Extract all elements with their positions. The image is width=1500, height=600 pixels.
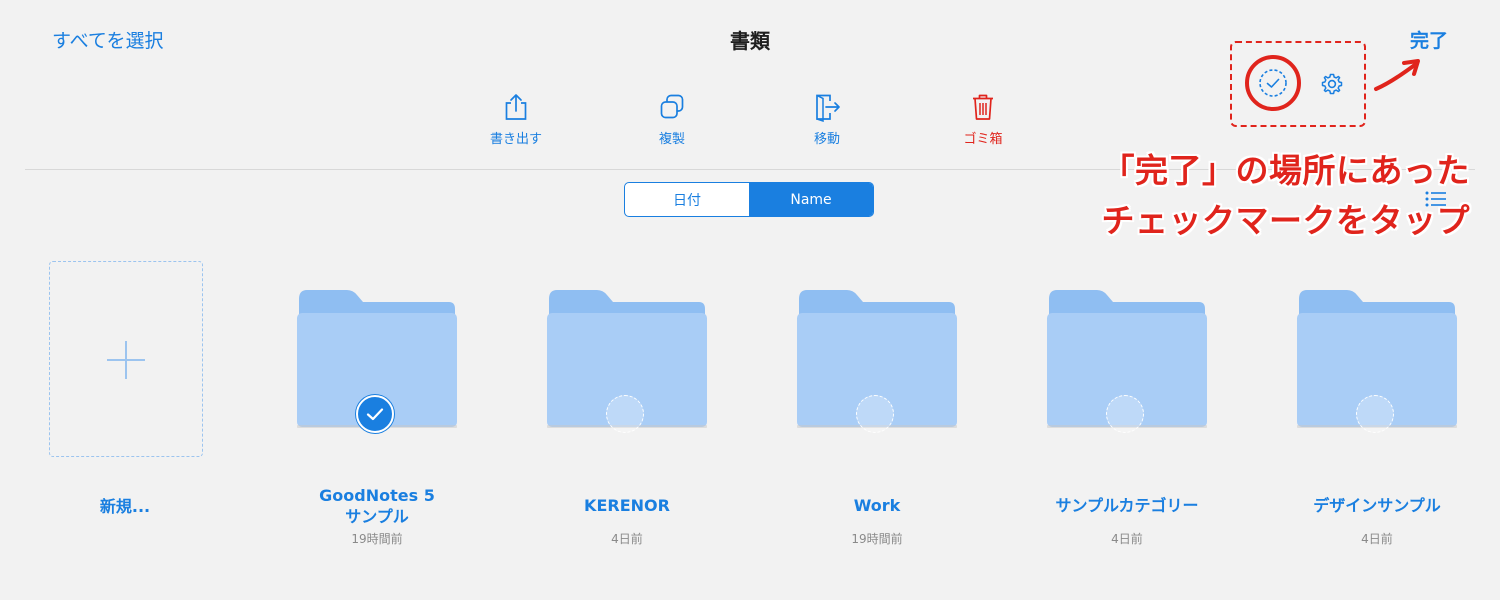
folder-item[interactable] bbox=[547, 289, 707, 443]
sort-name-option[interactable]: Name bbox=[749, 183, 873, 216]
folder-item[interactable] bbox=[1047, 289, 1207, 443]
select-mode-check-icon[interactable] bbox=[1258, 68, 1288, 98]
unselected-circle-icon[interactable] bbox=[1106, 395, 1144, 433]
annotation-arrow-icon bbox=[1372, 56, 1426, 94]
folder-name: Work bbox=[772, 495, 982, 516]
selected-checkmark-icon[interactable] bbox=[356, 395, 394, 433]
page-title: 書類 bbox=[730, 29, 770, 53]
folder-name-line-1: KERENOR bbox=[584, 496, 670, 515]
export-button[interactable]: 書き出す bbox=[471, 92, 561, 147]
new-item-card[interactable] bbox=[49, 261, 203, 457]
folder-item[interactable] bbox=[297, 289, 457, 443]
unselected-circle-icon[interactable] bbox=[1356, 395, 1394, 433]
trash-label: ゴミ箱 bbox=[963, 132, 1003, 147]
annotation-line-2: チェックマークをタップ bbox=[1101, 201, 1470, 240]
share-icon bbox=[505, 94, 527, 120]
folder-name-line-1: Work bbox=[853, 496, 901, 515]
move-label: 移動 bbox=[813, 132, 840, 147]
annotation-line-1: 「完了」の場所にあった bbox=[1101, 151, 1470, 190]
sort-date-option[interactable]: 日付 bbox=[625, 183, 749, 216]
folder-name: GoodNotes 5 サンプル bbox=[272, 485, 482, 527]
duplicate-icon bbox=[660, 94, 684, 119]
folder-name-line-1: GoodNotes 5 bbox=[319, 486, 435, 505]
trash-icon bbox=[973, 94, 993, 120]
duplicate-button[interactable]: 複製 bbox=[627, 92, 717, 147]
folder-name-line-2: サンプル bbox=[345, 507, 409, 526]
unselected-circle-icon[interactable] bbox=[856, 395, 894, 433]
folder-date: 4日前 bbox=[1361, 532, 1393, 546]
annotation-text: 「完了」の場所にあった チェックマークをタップ bbox=[1040, 146, 1470, 246]
folder-name-line-1: サンプルカテゴリー bbox=[1055, 496, 1199, 515]
sort-segmented-control[interactable]: 日付 Name bbox=[624, 182, 874, 217]
folder-date: 19時間前 bbox=[851, 532, 903, 546]
folder-date: 4日前 bbox=[1111, 532, 1143, 546]
folder-name-line-1: デザインサンプル bbox=[1313, 496, 1441, 515]
folder-name: サンプルカテゴリー bbox=[1022, 495, 1232, 516]
export-label: 書き出す bbox=[489, 132, 542, 147]
move-button[interactable]: 移動 bbox=[782, 92, 872, 147]
move-icon bbox=[816, 94, 840, 122]
folder-date: 4日前 bbox=[611, 532, 643, 546]
select-all-button[interactable]: すべてを選択 bbox=[52, 26, 164, 53]
folder-item[interactable] bbox=[1297, 289, 1457, 443]
new-item-label: 新規... bbox=[99, 497, 151, 516]
folder-name: KERENOR bbox=[522, 495, 732, 516]
trash-button[interactable]: ゴミ箱 bbox=[938, 92, 1028, 147]
folder-date: 19時間前 bbox=[351, 532, 403, 546]
unselected-circle-icon[interactable] bbox=[606, 395, 644, 433]
folder-name: デザインサンプル bbox=[1272, 495, 1482, 516]
done-button[interactable]: 完了 bbox=[1410, 26, 1448, 53]
gear-icon[interactable] bbox=[1320, 72, 1344, 96]
duplicate-label: 複製 bbox=[658, 132, 685, 147]
folder-item[interactable] bbox=[797, 289, 957, 443]
